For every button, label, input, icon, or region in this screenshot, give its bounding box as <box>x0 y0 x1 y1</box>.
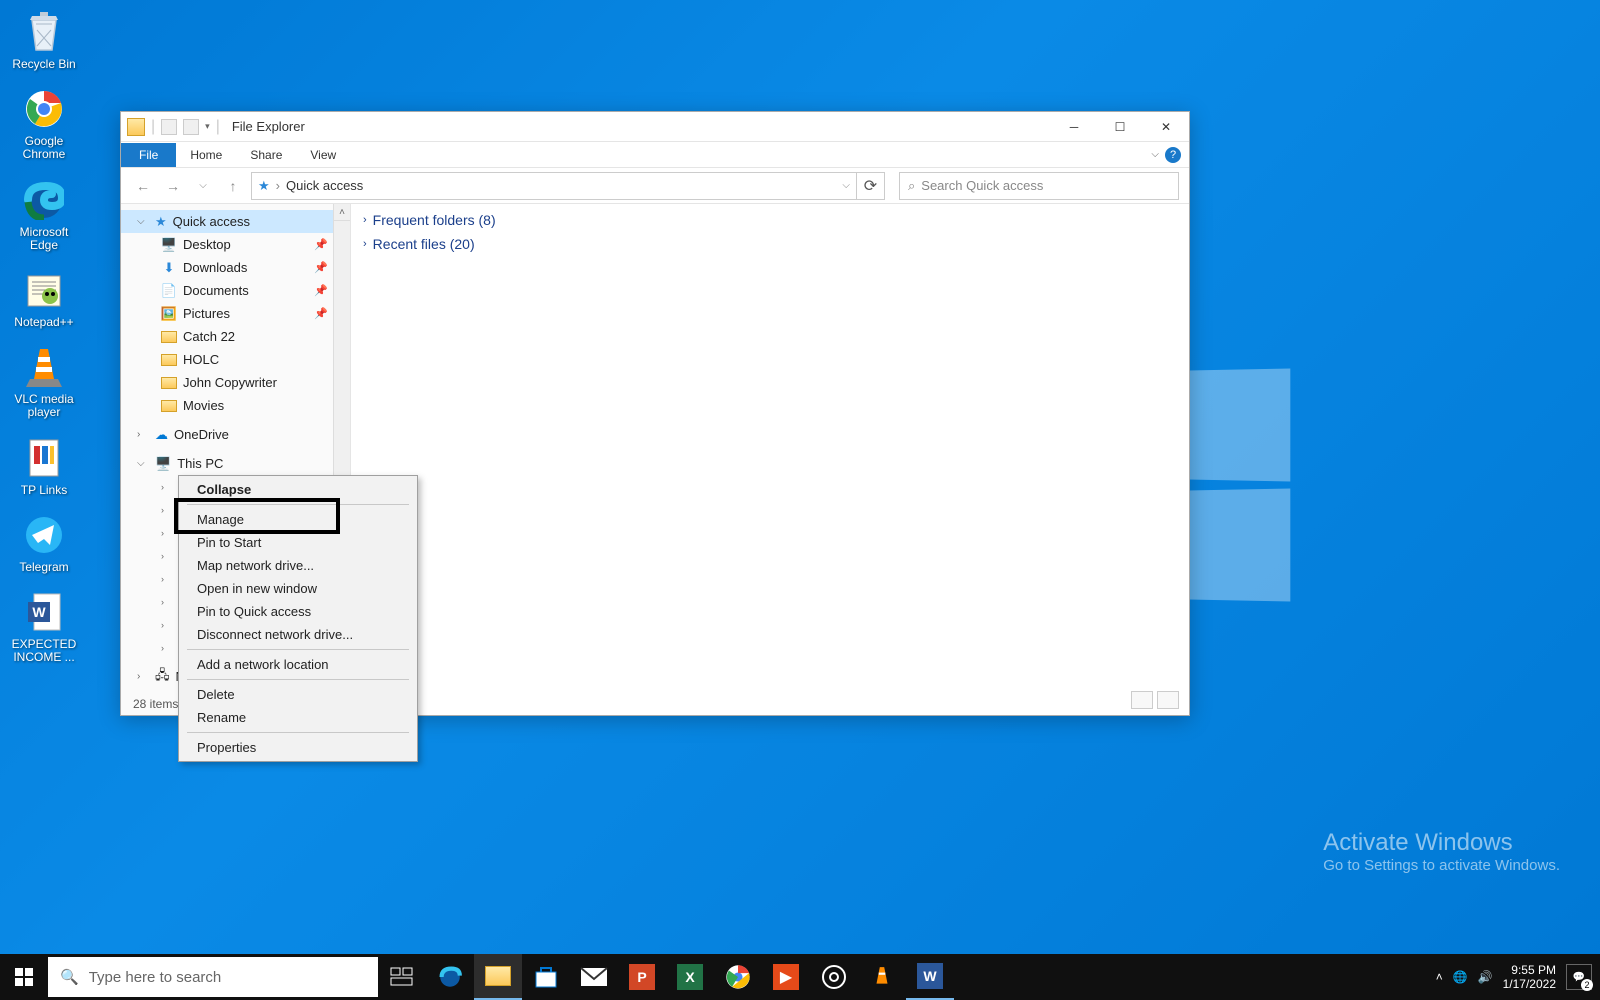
context-menu: Collapse Manage Pin to Start Map network… <box>178 475 418 762</box>
taskbar-word[interactable]: W <box>906 954 954 1000</box>
tray-show-hidden-icon[interactable]: ˄ <box>1436 970 1443 984</box>
sidebar-john[interactable]: John Copywriter <box>121 371 350 394</box>
minimize-button[interactable]: ─ <box>1051 112 1097 142</box>
ribbon-tabs: File Home Share View ⌵ ? <box>121 142 1189 168</box>
forward-button[interactable]: → <box>161 174 185 198</box>
window-title: File Explorer <box>232 119 305 134</box>
sidebar-desktop[interactable]: 🖥️Desktop📌 <box>121 233 350 256</box>
tplinks-icon[interactable]: TP Links <box>6 434 82 497</box>
status-bar-items: 28 items <box>133 697 178 711</box>
explorer-app-icon <box>127 118 145 136</box>
context-manage[interactable]: Manage <box>179 508 417 531</box>
ribbon-expand-icon[interactable]: ⌵ <box>1151 149 1159 160</box>
word-doc-icon[interactable]: W EXPECTED INCOME ... <box>6 588 82 664</box>
share-tab[interactable]: Share <box>236 143 296 167</box>
taskbar-powerpoint[interactable]: P <box>618 954 666 1000</box>
file-tab[interactable]: File <box>121 143 176 167</box>
taskbar-edge[interactable] <box>426 954 474 1000</box>
edge-icon[interactable]: Microsoft Edge <box>6 176 82 252</box>
refresh-button[interactable]: ⟳ <box>857 172 885 200</box>
tray-network-icon[interactable]: 🌐 <box>1453 970 1468 984</box>
sidebar-movies[interactable]: Movies <box>121 394 350 417</box>
context-add-network-location[interactable]: Add a network location <box>179 653 417 676</box>
action-center-button[interactable]: 💬2 <box>1566 964 1592 990</box>
tray-clock[interactable]: 9:55 PM 1/17/2022 <box>1503 963 1556 992</box>
search-box[interactable]: ⌕ Search Quick access <box>899 172 1179 200</box>
sidebar-onedrive[interactable]: ›☁OneDrive <box>121 423 350 446</box>
address-location: Quick access <box>286 178 363 193</box>
quick-access-star-icon: ★ <box>258 178 270 194</box>
system-tray: ˄ 🌐 🔊 9:55 PM 1/17/2022 💬2 <box>1436 963 1600 992</box>
qat-properties-icon[interactable] <box>161 119 177 135</box>
taskbar-vlc[interactable] <box>858 954 906 1000</box>
frequent-folders-group[interactable]: ›Frequent folders (8) <box>363 212 1177 228</box>
context-map-drive[interactable]: Map network drive... <box>179 554 417 577</box>
home-tab[interactable]: Home <box>176 143 236 167</box>
task-view-button[interactable] <box>378 954 426 1000</box>
content-pane[interactable]: ›Frequent folders (8) ›Recent files (20) <box>351 204 1189 715</box>
up-button[interactable]: ↑ <box>221 174 245 198</box>
help-icon[interactable]: ? <box>1165 147 1181 163</box>
details-view-button[interactable] <box>1131 691 1153 709</box>
taskbar-search[interactable]: 🔍 Type here to search <box>48 957 378 997</box>
titlebar[interactable]: | ▾ | File Explorer ─ ☐ ✕ <box>121 112 1189 142</box>
vlc-icon[interactable]: VLC media player <box>6 343 82 419</box>
recent-locations-button[interactable]: ⌵ <box>191 174 215 198</box>
qat-newfolder-icon[interactable] <box>183 119 199 135</box>
recent-files-group[interactable]: ›Recent files (20) <box>363 236 1177 252</box>
sidebar-pictures[interactable]: 🖼️Pictures📌 <box>121 302 350 325</box>
context-rename[interactable]: Rename <box>179 706 417 729</box>
sidebar-this-pc[interactable]: ⌵🖥️This PC <box>121 452 350 475</box>
sidebar-catch22[interactable]: Catch 22 <box>121 325 350 348</box>
search-icon: 🔍 <box>60 968 79 986</box>
taskbar-groove[interactable]: ▶ <box>762 954 810 1000</box>
telegram-icon[interactable]: Telegram <box>6 511 82 574</box>
sidebar-holc[interactable]: HOLC <box>121 348 350 371</box>
search-placeholder: Search Quick access <box>921 178 1043 193</box>
context-properties[interactable]: Properties <box>179 736 417 759</box>
back-button[interactable]: ← <box>131 174 155 198</box>
taskbar-mail[interactable] <box>570 954 618 1000</box>
svg-text:W: W <box>32 604 46 620</box>
start-button[interactable] <box>0 954 48 1000</box>
navigation-bar: ← → ⌵ ↑ ★ › Quick access ⌵ ⟳ ⌕ Search Qu… <box>121 168 1189 204</box>
tray-volume-icon[interactable]: 🔊 <box>1478 970 1493 984</box>
context-collapse[interactable]: Collapse <box>179 478 417 501</box>
taskbar-chrome[interactable] <box>714 954 762 1000</box>
recycle-bin-icon[interactable]: Recycle Bin <box>6 8 82 71</box>
sidebar-downloads[interactable]: ⬇Downloads📌 <box>121 256 350 279</box>
view-tab[interactable]: View <box>296 143 350 167</box>
large-icons-view-button[interactable] <box>1157 691 1179 709</box>
desktop-icons-column: Recycle Bin Google Chrome Microsoft Edge… <box>6 8 82 664</box>
chrome-icon[interactable]: Google Chrome <box>6 85 82 161</box>
sidebar-quick-access[interactable]: ⌵★ Quick access <box>121 210 350 233</box>
taskbar: 🔍 Type here to search P X ▶ W ˄ 🌐 🔊 9:55… <box>0 954 1600 1000</box>
context-pin-start[interactable]: Pin to Start <box>179 531 417 554</box>
taskbar-store[interactable] <box>522 954 570 1000</box>
search-icon: ⌕ <box>908 178 915 194</box>
address-bar[interactable]: ★ › Quick access ⌵ <box>251 172 857 200</box>
context-open-new-window[interactable]: Open in new window <box>179 577 417 600</box>
taskbar-movies[interactable] <box>810 954 858 1000</box>
activate-windows-watermark: Activate Windows Go to Settings to activ… <box>1323 829 1560 874</box>
desktop: Recycle Bin Google Chrome Microsoft Edge… <box>0 0 1600 954</box>
notepadpp-icon[interactable]: Notepad++ <box>6 266 82 329</box>
context-disconnect-drive[interactable]: Disconnect network drive... <box>179 623 417 646</box>
context-pin-quick-access[interactable]: Pin to Quick access <box>179 600 417 623</box>
taskbar-explorer[interactable] <box>474 954 522 1000</box>
context-delete[interactable]: Delete <box>179 683 417 706</box>
taskbar-excel[interactable]: X <box>666 954 714 1000</box>
close-button[interactable]: ✕ <box>1143 112 1189 142</box>
sidebar-documents[interactable]: 📄Documents📌 <box>121 279 350 302</box>
maximize-button[interactable]: ☐ <box>1097 112 1143 142</box>
